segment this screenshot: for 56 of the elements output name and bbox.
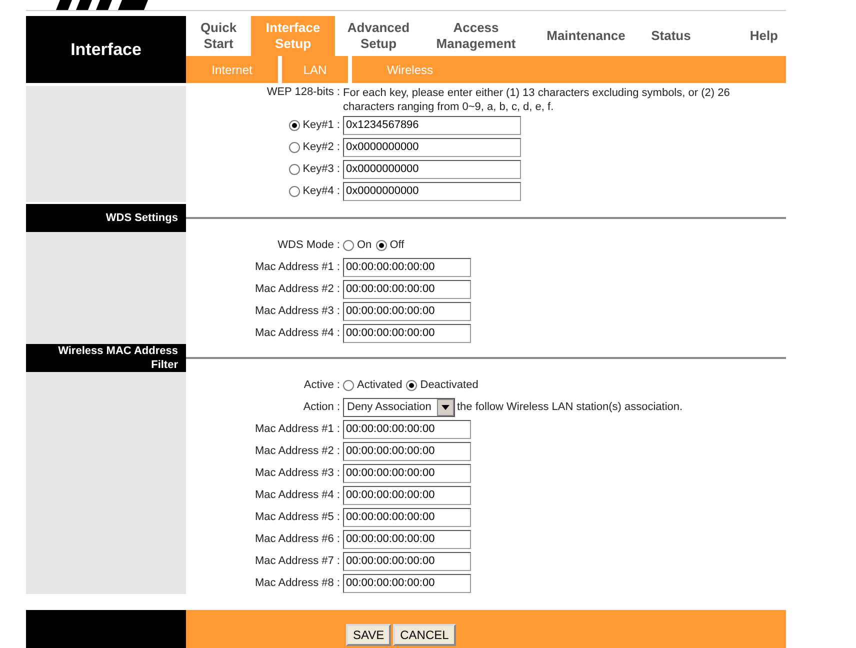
radio-button[interactable] [288,120,300,130]
mac-address-field[interactable]: 00:00:00:00:00:00 [343,552,471,570]
radio-label: Deactivated [420,379,478,391]
field-label: Mac Address #4 : [255,327,340,339]
radio-button[interactable] [343,380,354,390]
mac-address-field[interactable]: 00:00:00:00:00:00 [343,324,471,342]
hint-text: For each key, please enter either (1) 13 characters excluding symbols, or (2) 26 characters ranging from 0~9, a, b, c, d, e, f. [343,86,731,114]
mac-address-field[interactable]: 00:00:00:00:00:00 [343,280,471,298]
key-field[interactable]: 0x0000000000 [343,138,521,156]
radio-label: Activated [357,379,402,391]
mac-address-field[interactable]: 00:00:00:00:00:00 [343,302,471,320]
radio-button[interactable] [406,380,418,390]
mac-address-field[interactable]: 00:00:00:00:00:00 [343,420,471,438]
field-label: Mac Address #4 : [255,489,340,501]
field-label: WEP 128-bits : [266,86,340,98]
field-label: WDS Mode : [278,239,340,251]
field-label: Key#3 : [302,163,340,175]
field-label: Mac Address #2 : [255,445,340,457]
field-label: Mac Address #1 : [255,423,340,435]
cancel-button[interactable]: CANCEL [393,624,456,646]
section-header: Wireless MAC Address Filter [26,344,186,372]
radio-button[interactable] [288,142,300,152]
mac-address-field[interactable]: 00:00:00:00:00:00 [343,530,471,548]
field-label: Mac Address #5 : [255,511,340,523]
key-field[interactable]: 0x0000000000 [343,160,521,178]
action-dropdown[interactable]: Deny Association [343,398,455,416]
field-label: Mac Address #3 : [255,467,340,479]
radio-label: On [357,239,372,251]
radio-button[interactable] [288,186,300,196]
field-label: Key#2 : [302,141,340,153]
radio-button[interactable] [343,240,354,250]
field-label: Mac Address #6 : [255,533,340,545]
section-title: Interface [26,16,186,83]
radio-button[interactable] [376,240,387,250]
field-label: Mac Address #1 : [255,261,340,273]
mac-address-field[interactable]: 00:00:00:00:00:00 [343,574,471,592]
key-field[interactable]: 0x0000000000 [343,182,521,200]
mac-address-field[interactable]: 00:00:00:00:00:00 [343,464,471,482]
field-label: Active : [304,379,340,391]
mac-address-field[interactable]: 00:00:00:00:00:00 [343,258,471,276]
field-label: Key#1 : [302,119,340,131]
field-label: Mac Address #7 : [255,555,340,567]
mac-address-field[interactable]: 00:00:00:00:00:00 [343,442,471,460]
radio-button[interactable] [288,164,300,174]
field-label: Mac Address #3 : [255,305,340,317]
field-label: Mac Address #2 : [255,283,340,295]
key-field[interactable]: 0x1234567896 [343,116,521,134]
mac-address-field[interactable]: 00:00:00:00:00:00 [343,486,471,504]
radio-label: Off [390,239,404,251]
save-button[interactable]: SAVE [346,624,392,646]
section-header: WDS Settings [26,204,186,232]
field-label: Mac Address #8 : [255,577,340,589]
field-label: Key#4 : [302,185,340,197]
mac-address-field[interactable]: 00:00:00:00:00:00 [343,508,471,526]
action-description: the follow Wireless LAN station(s) association. [457,401,683,413]
field-label: Action : [303,401,340,413]
